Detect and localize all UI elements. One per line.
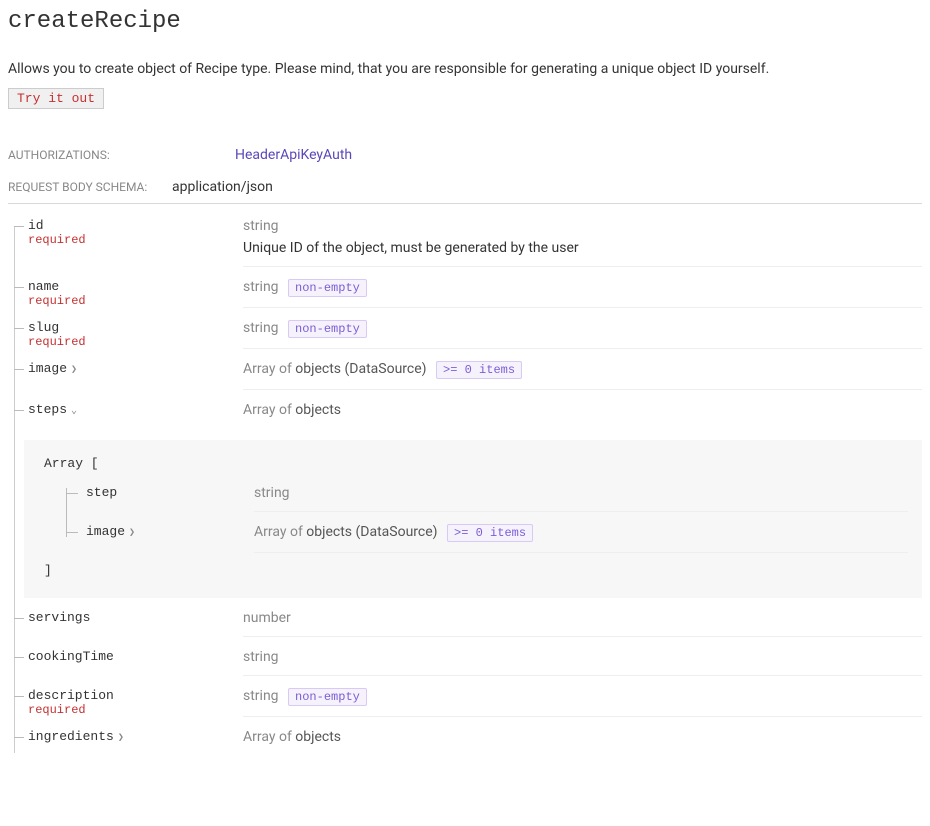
field-description: Unique ID of the object, must be generat…	[243, 240, 922, 256]
badge-nonempty: non-empty	[288, 320, 367, 338]
field-name: step	[86, 485, 117, 500]
body-schema-value: application/json	[172, 179, 273, 195]
field-name: cookingTime	[28, 649, 114, 664]
field-name: image❯	[86, 524, 135, 539]
body-schema-row: REQUEST BODY SCHEMA: application/json	[8, 171, 922, 204]
required-label: required	[28, 335, 86, 349]
field-row-name: name required string non-empty	[8, 273, 922, 314]
body-schema-label: REQUEST BODY SCHEMA:	[8, 180, 172, 194]
field-name: slug	[28, 320, 86, 335]
chevron-right-icon: ❯	[129, 528, 135, 539]
field-type: string	[243, 218, 922, 234]
field-type: string non-empty	[243, 279, 922, 297]
field-type: string non-empty	[243, 320, 922, 338]
field-row-slug: slug required string non-empty	[8, 314, 922, 355]
chevron-right-icon: ❯	[71, 365, 77, 376]
nested-field-row-image[interactable]: image❯ Array of objects (DataSource) >= …	[38, 518, 908, 559]
field-name: id	[28, 218, 86, 233]
authorizations-row: AUTHORIZATIONS: HeaderApiKeyAuth	[8, 139, 922, 171]
field-name: steps⌄	[28, 402, 77, 417]
field-name: name	[28, 279, 86, 294]
nested-steps-block: Array [ step string image❯	[24, 440, 922, 598]
field-row-description: description required string non-empty	[8, 682, 922, 723]
badge-items: >= 0 items	[447, 524, 533, 542]
field-name: ingredients❯	[28, 729, 124, 744]
badge-nonempty: non-empty	[288, 688, 367, 706]
chevron-down-icon: ⌄	[71, 406, 77, 417]
badge-items: >= 0 items	[436, 361, 522, 379]
field-row-id: id required string Unique ID of the obje…	[8, 212, 922, 273]
field-row-ingredients[interactable]: ingredients❯ Array of objects	[8, 723, 922, 761]
array-close-label: ]	[44, 563, 908, 578]
array-open-label: Array [	[44, 456, 908, 471]
page-title: createRecipe	[8, 8, 922, 35]
field-type: string non-empty	[243, 688, 922, 706]
field-type: Array of objects	[243, 729, 922, 745]
field-type: Array of objects (DataSource) >= 0 items	[254, 524, 908, 542]
field-row-cookingtime: cookingTime string	[8, 643, 922, 682]
nested-field-row-step: step string	[38, 479, 908, 518]
chevron-right-icon: ❯	[118, 733, 124, 744]
field-type: Array of objects (DataSource) >= 0 items	[243, 361, 922, 379]
field-row-steps[interactable]: steps⌄ Array of objects	[8, 396, 922, 434]
schema-body: id required string Unique ID of the obje…	[8, 212, 922, 761]
field-name: image❯	[28, 361, 77, 376]
field-row-image[interactable]: image❯ Array of objects (DataSource) >= …	[8, 355, 922, 396]
field-type: Array of objects	[243, 402, 922, 418]
field-name: description	[28, 688, 114, 703]
authorizations-value[interactable]: HeaderApiKeyAuth	[235, 147, 352, 163]
field-type: string	[243, 649, 922, 665]
required-label: required	[28, 233, 86, 247]
field-name: servings	[28, 610, 90, 625]
try-it-out-button[interactable]: Try it out	[8, 88, 104, 109]
endpoint-description: Allows you to create object of Recipe ty…	[8, 59, 922, 80]
field-row-servings: servings number	[8, 604, 922, 643]
field-type: number	[243, 610, 922, 626]
required-label: required	[28, 703, 114, 717]
authorizations-label: AUTHORIZATIONS:	[8, 148, 235, 162]
field-type: string	[254, 485, 908, 501]
required-label: required	[28, 294, 86, 308]
badge-nonempty: non-empty	[288, 279, 367, 297]
